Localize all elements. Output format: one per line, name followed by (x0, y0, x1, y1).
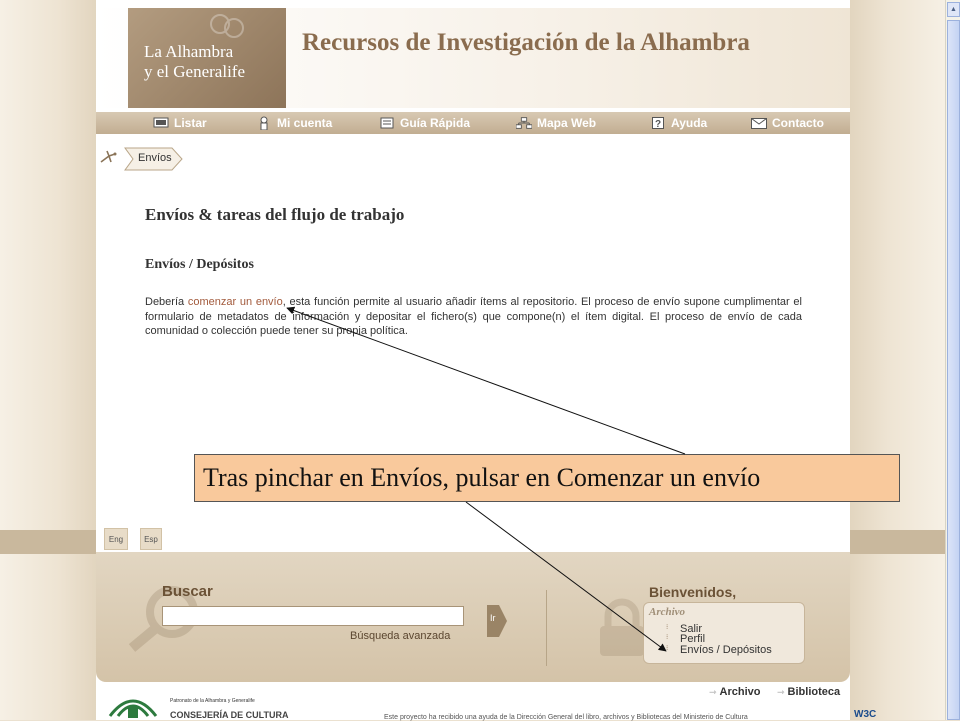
library-label: Biblioteca (787, 686, 841, 698)
nav-label: Contacto (772, 116, 824, 130)
nav-item-guia-rapida[interactable]: Guía Rápida (379, 112, 470, 134)
description-paragraph: Debería comenzar un envío, esta función … (145, 295, 802, 339)
nav-label: Guía Rápida (400, 116, 471, 130)
page-title: Envíos & tareas del flujo de trabajo (145, 205, 405, 224)
nav-label: Ayuda (671, 116, 708, 130)
lang-esp-button[interactable]: Esp (140, 528, 162, 550)
bullet-icon: ⁝ (666, 624, 669, 631)
page-container: La Alhambra y el Generalife Recursos de … (96, 0, 876, 721)
user-menu: Archivo ⁝ Salir ⁝ Perfil ⁝ Envíos / Depó… (643, 602, 805, 664)
envelope-icon (751, 116, 767, 130)
bullet-icon: ⁝ (666, 645, 669, 652)
guide-icon (379, 116, 395, 130)
go-label: Ir (490, 613, 496, 623)
vertical-scrollbar[interactable]: ▲ (945, 0, 960, 720)
tutorial-callout: Tras pinchar en Envíos, pulsar en Comenz… (194, 454, 900, 502)
svg-text:?: ? (655, 119, 661, 129)
right-background (850, 0, 945, 720)
w3c-badge[interactable]: W3C (854, 709, 876, 720)
help-icon: ? (650, 116, 666, 130)
footer-divider (546, 590, 547, 666)
site-title: Recursos de Investigación de la Alhambra (302, 29, 750, 56)
search-go-button[interactable]: Ir (487, 605, 507, 637)
welcome-text: Bienvenidos, (649, 584, 737, 600)
user-menu-title: Archivo (649, 606, 686, 618)
search-input[interactable] (162, 606, 464, 626)
section-title: Envíos / Depósitos (145, 257, 254, 272)
patronato-text: Patronato de la Alhambra y Generalife (170, 698, 255, 704)
archive-link[interactable]: ⇾ Archivo (709, 686, 761, 698)
breadcrumb[interactable]: Envíos (124, 147, 186, 171)
sitemap-icon (516, 116, 532, 130)
main-nav: Listar Mi cuenta Guía Rápida Mapa Web ? … (96, 112, 850, 134)
nav-label: Listar (174, 116, 207, 130)
lang-eng-button[interactable]: Eng (104, 528, 128, 550)
scrollbar-thumb[interactable] (947, 20, 960, 720)
logo-text-line2: y el Generalife (144, 62, 245, 81)
breadcrumb-current: Envíos (138, 152, 172, 164)
bullet-icon: ⁝ (666, 634, 669, 641)
right-band (850, 530, 945, 554)
logo-ornament-icon (210, 14, 244, 38)
monitor-icon (153, 116, 169, 130)
para-text-start: Debería (145, 296, 188, 308)
logo-text-line1: La Alhambra (144, 42, 234, 61)
consejeria-text: CONSEJERÍA DE CULTURA (170, 710, 289, 720)
nav-label: Mapa Web (537, 116, 597, 130)
footer-panel: Buscar Ir Búsqueda avanzada Bienvenidos,… (96, 552, 850, 682)
site-logo[interactable]: La Alhambra y el Generalife (128, 8, 286, 108)
search-label: Buscar (162, 583, 213, 600)
nav-item-contacto[interactable]: Contacto (751, 112, 824, 134)
nav-item-mapa-web[interactable]: Mapa Web (516, 112, 596, 134)
nav-item-mi-cuenta[interactable]: Mi cuenta (256, 112, 332, 134)
advanced-search-link[interactable]: Búsqueda avanzada (350, 630, 450, 642)
library-link[interactable]: ⇾ Biblioteca (777, 686, 840, 698)
submissions-link[interactable]: Envíos / Depósitos (680, 645, 772, 656)
nav-item-ayuda[interactable]: ? Ayuda (650, 112, 707, 134)
junta-andalucia-logo (108, 699, 158, 718)
archive-label: Archivo (719, 686, 761, 698)
arrow-icon: ⇾ (709, 687, 717, 697)
start-submission-link[interactable]: comenzar un envío (188, 296, 283, 308)
breadcrumb-sparkle-icon (100, 150, 117, 163)
arrow-icon: ⇾ (777, 687, 785, 697)
left-background (0, 0, 96, 720)
user-icon (256, 116, 272, 130)
nav-label: Mi cuenta (277, 116, 333, 130)
nav-item-listar[interactable]: Listar (153, 112, 207, 134)
scroll-up-button[interactable]: ▲ (947, 2, 960, 17)
left-band (0, 530, 96, 554)
